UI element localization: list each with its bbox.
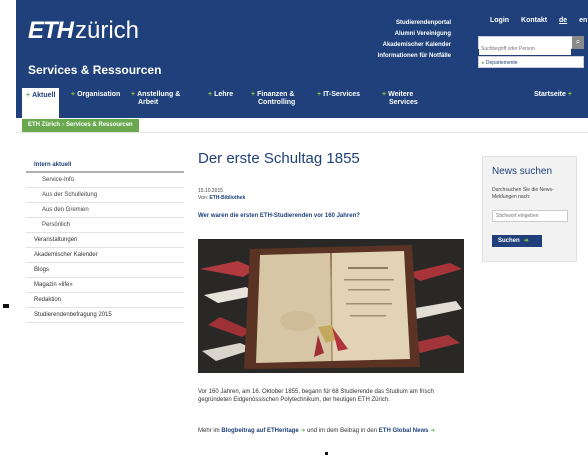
page: ETHzürich Services & Ressourcen Studiere… <box>16 0 588 456</box>
nav-organisation[interactable]: + Organisation <box>71 91 120 99</box>
breadcrumb: ETH Zürich › Services & Ressourcen <box>22 119 139 132</box>
main-nav: + Aktuell + Organisation + Anstellung & Arb… <box>16 86 588 118</box>
nav-startseite[interactable]: Startseite + <box>534 91 574 99</box>
nav-label-line2: Controlling <box>258 99 296 106</box>
nav-label: Organisation <box>77 91 121 98</box>
author-link[interactable]: ETH-Bibliothek <box>209 195 245 201</box>
article-more: Mehr im Blogbeitrag auf ETHeritage ➔ und… <box>198 427 463 436</box>
logo-eth: ETH <box>28 17 74 44</box>
news-search-box: News suchen Durchsuchen Sie die News-Mel… <box>482 156 577 262</box>
blog-link[interactable]: Blogbeitrag auf ETHeritage <box>221 428 298 434</box>
site-title[interactable]: Services & Ressourcen <box>28 63 161 77</box>
quick-link-notfaelle[interactable]: Informationen für Notfälle <box>311 51 451 62</box>
scan-artifact <box>325 452 328 455</box>
arrow-icon: + <box>26 92 31 99</box>
article-lead: Wer waren die ersten ETH-Studierenden vo… <box>198 213 360 219</box>
nav-aktuell[interactable]: + Aktuell <box>22 88 60 118</box>
arrow-icon: + <box>567 91 572 98</box>
nav-label: Lehre <box>214 91 234 98</box>
site-search: ⌕ <box>478 36 584 55</box>
news-search-button-label: Suchen <box>498 238 520 244</box>
quick-links: Studierendenportal Alumni Vereinigung Ak… <box>311 18 451 62</box>
eth-logo[interactable]: ETHzürich <box>28 18 139 44</box>
breadcrumb-separator: › <box>62 122 65 128</box>
sidebar-item-befragung[interactable]: Studierendenbefragung 2015 <box>26 308 184 323</box>
more-mid: und im dem Beitrag in den <box>307 428 378 434</box>
kontakt-link[interactable]: Kontakt <box>521 17 547 24</box>
sidebar-item-veranstaltungen[interactable]: Veranstaltungen <box>26 233 184 248</box>
sidebar-item-blogs[interactable]: Blogs <box>26 263 184 278</box>
quick-link-kalender[interactable]: Akademischer Kalender <box>311 40 451 51</box>
arrow-icon: + <box>317 91 322 98</box>
author-prefix: Von: <box>198 195 209 201</box>
logo-zurich: zürich <box>75 17 140 44</box>
sidebar-item-persoenlich[interactable]: Persönlich <box>26 218 184 233</box>
breadcrumb-bar: ETH Zürich › Services & Ressourcen <box>16 118 588 133</box>
site-header: ETHzürich Services & Ressourcen Studiere… <box>16 0 588 86</box>
article-date: 15.10.2015 <box>198 188 224 194</box>
breadcrumb-eth[interactable]: ETH Zürich <box>28 122 60 128</box>
quick-link-studierendenportal[interactable]: Studierendenportal <box>311 18 451 29</box>
lang-de-link[interactable]: de <box>559 17 567 24</box>
sidebar-item-kalender[interactable]: Akademischer Kalender <box>26 248 184 263</box>
utility-links: Login Kontakt de en <box>490 17 588 24</box>
quick-link-alumni[interactable]: Alumni Vereinigung <box>311 29 451 40</box>
breadcrumb-services[interactable]: Services & Ressourcen <box>66 122 133 128</box>
article-meta: 15.10.2015 Von: ETH-Bibliothek <box>198 188 468 202</box>
book-illustration <box>198 239 464 373</box>
arrow-icon: ➔ <box>430 428 436 434</box>
arrow-icon: + <box>131 91 136 98</box>
nav-weitere-services[interactable]: + Weitere Services <box>382 91 418 107</box>
nav-label: Aktuell <box>32 92 56 99</box>
arrow-icon: ▸ <box>482 60 485 66</box>
news-search-title: News suchen <box>492 166 553 177</box>
news-search-input[interactable] <box>492 210 568 222</box>
sidebar-item-gremien[interactable]: Aus den Gremien <box>26 203 184 218</box>
sidebar-item-service-info[interactable]: Service-Info <box>26 173 184 188</box>
article-title: Der erste Schultag 1855 <box>198 150 360 167</box>
nav-label-line2: Services <box>389 99 418 106</box>
sidebar-item-schulleitung[interactable]: Aus der Schulleitung <box>26 188 184 203</box>
article-body: Vor 160 Jahren, am 16. Oktober 1855, beg… <box>198 389 434 403</box>
global-news-link[interactable]: ETH Global News <box>379 428 429 434</box>
nav-label: Finanzen & <box>257 91 295 98</box>
sidebar-item-magazin[interactable]: Magazin «life» <box>26 278 184 293</box>
scan-artifact <box>3 304 9 308</box>
arrow-icon: + <box>251 91 256 98</box>
arrow-icon: + <box>71 91 76 98</box>
nav-it-services[interactable]: + IT-Services <box>317 91 360 99</box>
article: Der erste Schultag 1855 15.10.2015 Von: … <box>198 150 468 434</box>
nav-label: Weitere <box>388 91 414 98</box>
search-icon[interactable]: ⌕ <box>572 36 584 49</box>
sidebar-item-intern-aktuell[interactable]: Intern aktuell <box>26 158 184 173</box>
sidebar-nav: Intern aktuell Service-Info Aus der Schu… <box>26 158 184 323</box>
lang-en-link[interactable]: en <box>579 17 587 24</box>
departments-select[interactable]: ▸ Departemente <box>478 56 584 68</box>
nav-label: Anstellung & <box>137 91 181 98</box>
article-photo <box>198 239 464 373</box>
arrow-icon: + <box>382 91 387 98</box>
nav-finanzen[interactable]: + Finanzen & Controlling <box>251 91 295 107</box>
departments-label: Departemente <box>485 60 518 66</box>
nav-label: Startseite <box>534 91 566 98</box>
news-search-button[interactable]: Suchen ➔ <box>492 235 542 247</box>
sidebar-item-redaktion[interactable]: Redaktion <box>26 293 184 308</box>
login-link[interactable]: Login <box>490 17 509 24</box>
nav-label-line2: Arbeit <box>138 99 159 106</box>
more-prefix: Mehr im <box>198 428 220 434</box>
arrow-icon: ➔ <box>523 238 529 244</box>
site-search-input[interactable] <box>479 43 571 55</box>
arrow-icon: ➔ <box>300 428 306 434</box>
nav-lehre[interactable]: + Lehre <box>208 91 233 99</box>
article-author-line: Von: ETH-Bibliothek <box>198 195 468 202</box>
nav-label: IT-Services <box>323 91 361 98</box>
nav-anstellung[interactable]: + Anstellung & Arbeit <box>131 91 180 107</box>
arrow-icon: + <box>208 91 213 98</box>
news-search-desc: Durchsuchen Sie die News-Meldungen nach: <box>492 187 554 200</box>
